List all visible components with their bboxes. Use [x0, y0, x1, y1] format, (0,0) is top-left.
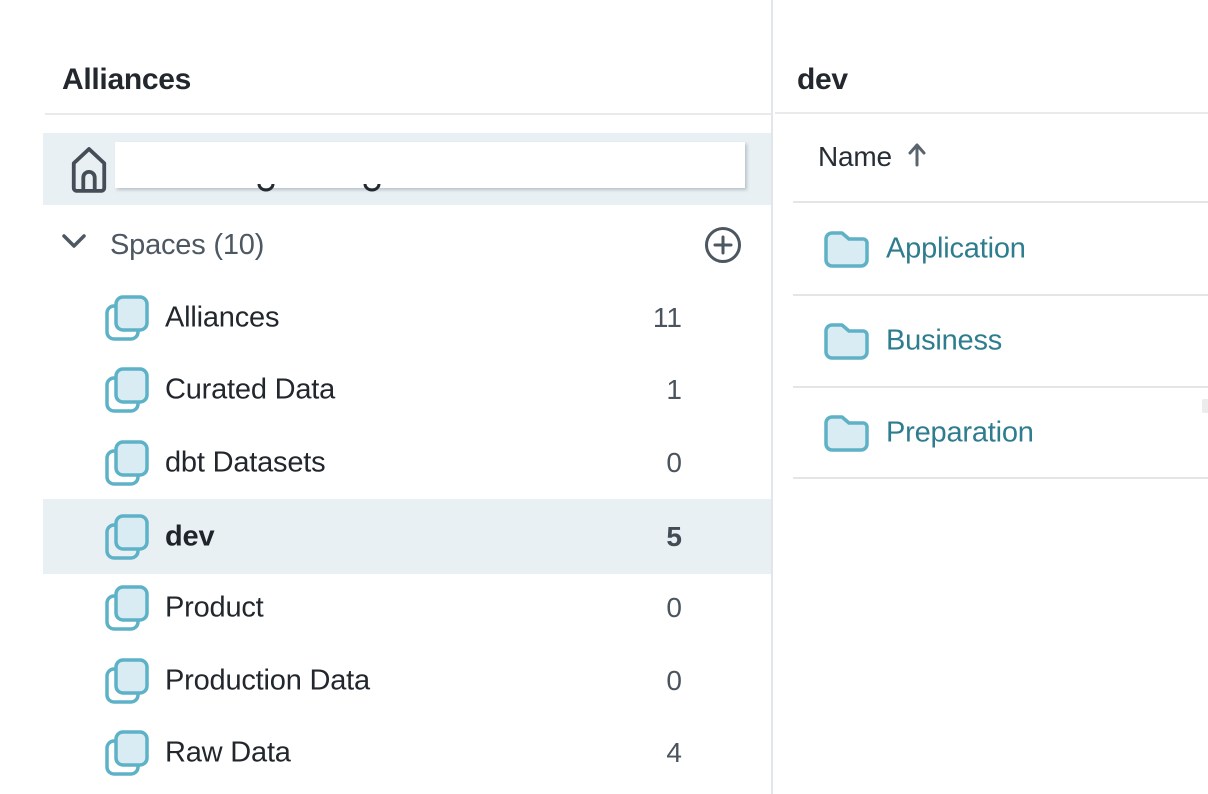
- space-count: 1: [666, 374, 682, 406]
- clipped-edge-element: [1202, 399, 1208, 413]
- space-name: Product: [165, 592, 264, 625]
- chevron-down-icon[interactable]: [61, 232, 87, 250]
- spaces-section-header: Spaces (10): [0, 222, 771, 268]
- folder-row-preparation[interactable]: Preparation: [775, 387, 1208, 479]
- space-name: Raw Data: [165, 737, 291, 770]
- space-icon: [103, 439, 149, 487]
- arrow-up-icon: [907, 141, 927, 173]
- sidebar-item-product[interactable]: Product 0: [43, 572, 771, 644]
- content-title-divider: [775, 112, 1208, 114]
- space-icon: [103, 513, 149, 561]
- folder-link: Application: [886, 233, 1026, 266]
- space-count: 0: [666, 592, 682, 624]
- folder-link: Business: [886, 325, 1002, 358]
- sidebar-item-dbt-datasets[interactable]: dbt Datasets 0: [43, 427, 771, 499]
- folder-row-application[interactable]: Application: [775, 203, 1208, 295]
- space-name: Alliances: [165, 302, 279, 335]
- space-count: 11: [653, 302, 682, 334]
- folder-icon: [823, 414, 869, 452]
- redacted-text-descenders: [257, 182, 382, 200]
- spaces-section-label: Spaces (10): [110, 229, 264, 261]
- sidebar-item-dev[interactable]: dev 5: [43, 499, 771, 574]
- space-icon: [103, 584, 149, 632]
- panel-divider: [771, 0, 773, 794]
- sidebar-title: Alliances: [62, 64, 191, 96]
- space-name: Curated Data: [165, 374, 335, 407]
- sidebar-item-curated-data[interactable]: Curated Data 1: [43, 354, 771, 426]
- redacted-home-label: [115, 142, 745, 188]
- space-count: 5: [666, 521, 682, 553]
- sidebar-item-production-data[interactable]: Production Data 0: [43, 645, 771, 717]
- table-header-name[interactable]: Name: [818, 141, 927, 173]
- space-name: dbt Datasets: [165, 447, 325, 480]
- page-title: dev: [797, 64, 848, 96]
- add-space-button[interactable]: [703, 225, 743, 265]
- home-icon: [69, 144, 109, 199]
- plus-circle-icon: [703, 253, 743, 268]
- space-count: 0: [666, 447, 682, 479]
- folder-row-business[interactable]: Business: [775, 295, 1208, 387]
- name-column-label: Name: [818, 141, 892, 173]
- space-count: 4: [666, 737, 682, 769]
- row-divider: [793, 477, 1208, 479]
- sidebar-item-raw-data[interactable]: Raw Data 4: [43, 717, 771, 789]
- space-count: 0: [666, 665, 682, 697]
- space-home-row[interactable]: [43, 133, 771, 205]
- sidebar-title-divider: [45, 113, 771, 115]
- sidebar-item-alliances[interactable]: Alliances 11: [43, 282, 771, 354]
- folder-link: Preparation: [886, 417, 1034, 450]
- space-icon: [103, 729, 149, 777]
- folder-icon: [823, 322, 869, 360]
- space-icon: [103, 294, 149, 342]
- space-icon: [103, 657, 149, 705]
- app-window: Alliances: [0, 0, 1208, 794]
- folder-icon: [823, 230, 869, 268]
- space-name: Production Data: [165, 665, 370, 698]
- space-name: dev: [165, 520, 214, 553]
- space-icon: [103, 366, 149, 414]
